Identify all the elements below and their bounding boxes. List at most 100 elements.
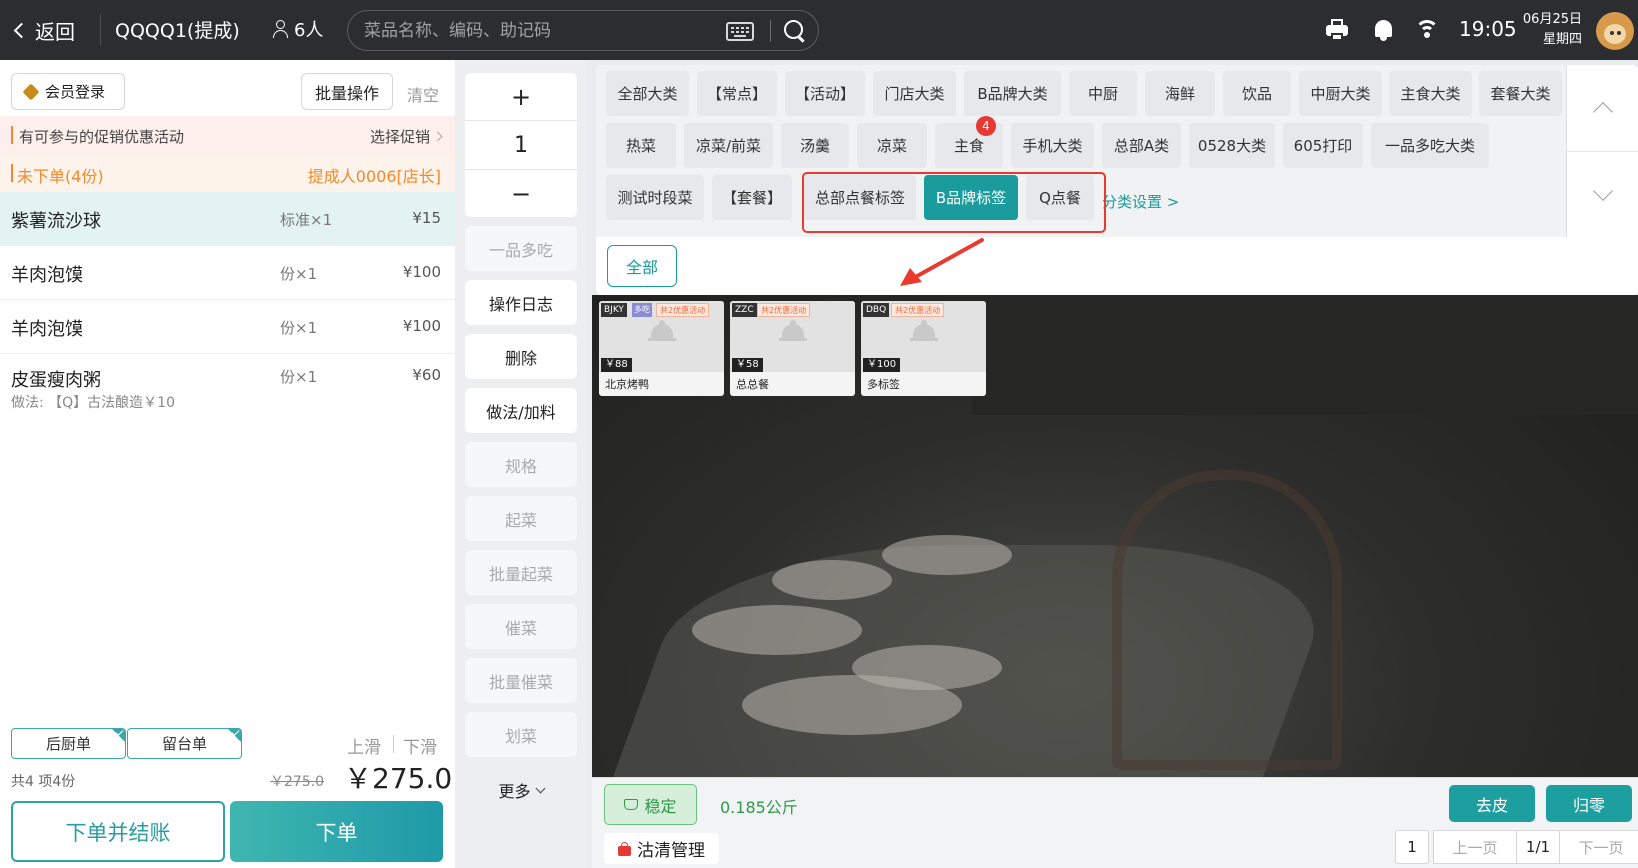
category-item[interactable]: 手机大类 — [1011, 123, 1094, 168]
quantity-value: 1 — [465, 120, 577, 170]
method-addon-button[interactable]: 做法/加料 — [465, 388, 577, 433]
item-note: 做法: 【Q】古法酿造￥10 — [11, 395, 176, 411]
commission-staff-text[interactable]: 提成人0006[店长] — [308, 163, 441, 187]
search-icon[interactable] — [784, 20, 806, 42]
dish-card[interactable]: BJKY 多吃 共2优惠活动 ￥88 北京烤鸭 — [599, 301, 724, 396]
decrement-button[interactable]: − — [465, 170, 577, 217]
batch-operation-button[interactable]: 批量操作 — [301, 73, 393, 110]
top-bar: 返回 QQQQ1(提成) 6人 19:05 06月25日 星期四 — [0, 0, 1638, 60]
sold-out-management-label: 沽清管理 — [637, 841, 705, 861]
dish-price: ￥58 — [732, 358, 763, 372]
category-item[interactable]: 【套餐】 — [712, 175, 792, 220]
order-item[interactable]: 羊肉泡馍 份×1 ¥100 — [0, 300, 455, 354]
category-item[interactable]: 汤羹 — [781, 123, 849, 168]
more-button[interactable]: 更多 — [455, 765, 587, 815]
category-item[interactable]: 全部大类 — [606, 71, 689, 116]
subcategory-all-button[interactable]: 全部 — [607, 245, 677, 287]
dish-card[interactable]: ZZC 共2优惠活动 ￥58 总总餐 — [730, 301, 855, 396]
select-promo-link[interactable]: 选择促销 — [370, 126, 441, 147]
category-item[interactable]: 测试时段菜 — [606, 175, 704, 220]
order-item[interactable]: 皮蛋瘦肉粥 份×1 ¥60 做法: 【Q】古法酿造￥10 — [0, 354, 455, 418]
order-and-checkout-button[interactable]: 下单并结账 — [11, 801, 225, 862]
category-label: 主食 — [953, 137, 984, 155]
scroll-down-button[interactable] — [1567, 151, 1638, 237]
category-item[interactable]: 一品多吃大类 — [1371, 123, 1489, 168]
cloche-icon — [910, 319, 938, 343]
batch-rush-button[interactable]: 批量催菜 — [465, 658, 577, 703]
clear-button[interactable]: 清空 — [407, 82, 439, 106]
increment-button[interactable]: + — [465, 73, 577, 120]
dish-code: DBQ — [863, 303, 890, 317]
category-item[interactable]: 【常点】 — [697, 71, 777, 116]
order-item[interactable]: 羊肉泡馍 份×1 ¥100 — [0, 246, 455, 300]
category-item[interactable]: Q点餐 — [1026, 175, 1094, 220]
order-total: ￥275.0 — [344, 762, 453, 795]
category-item[interactable]: 【活动】 — [785, 71, 865, 116]
order-status-text: 未下单(4份) — [17, 167, 104, 186]
chevron-down-icon — [535, 783, 545, 793]
member-login-button[interactable]: 会员登录 — [11, 73, 125, 110]
category-item-active[interactable]: B品牌标签 — [924, 175, 1018, 220]
status-bar-accent — [11, 164, 13, 182]
guest-count[interactable]: 6人 — [272, 16, 323, 42]
category-item[interactable]: 饮品 — [1223, 71, 1291, 116]
category-settings-link[interactable]: 分类设置 > — [1102, 191, 1179, 212]
dish-code: ZZC — [732, 303, 757, 317]
quantity-stepper: + 1 − — [465, 73, 577, 217]
zero-button[interactable]: 归零 — [1546, 785, 1632, 822]
batch-start-button[interactable]: 批量起菜 — [465, 550, 577, 595]
keyboard-icon[interactable] — [726, 22, 754, 41]
prev-page-button[interactable]: 上一页 — [1433, 830, 1517, 864]
slide-down-button[interactable]: 下滑 — [403, 733, 437, 758]
category-item[interactable]: 总部A类 — [1102, 123, 1181, 168]
back-button[interactable]: 返回 — [12, 14, 101, 46]
next-page-button[interactable]: 下一页 — [1559, 830, 1638, 864]
category-item[interactable]: 热菜 — [606, 123, 676, 168]
submit-order-button[interactable]: 下单 — [230, 801, 443, 862]
page-input[interactable]: 1 — [1395, 830, 1429, 864]
spec-button[interactable]: 规格 — [465, 442, 577, 487]
divider — [770, 20, 771, 42]
scale-status-badge: 稳定 — [604, 784, 697, 825]
category-item[interactable]: 主食大类 — [1389, 71, 1472, 116]
avatar[interactable] — [1596, 12, 1634, 50]
item-qty: 份×1 — [280, 265, 318, 283]
scroll-up-button[interactable] — [1567, 65, 1638, 151]
date-display: 06月25日 星期四 — [1520, 10, 1582, 50]
mark-served-button[interactable]: 划菜 — [465, 712, 577, 757]
kitchen-ticket-toggle[interactable]: 后厨单 — [11, 728, 126, 759]
item-price: ¥100 — [402, 317, 441, 335]
category-item[interactable]: 主食 4 — [935, 116, 1003, 168]
multi-eat-button[interactable]: 一品多吃 — [465, 226, 577, 271]
wifi-icon — [1414, 17, 1440, 43]
delete-button[interactable]: 删除 — [465, 334, 577, 379]
bell-icon[interactable] — [1371, 17, 1397, 43]
category-item[interactable]: 门店大类 — [873, 71, 956, 116]
category-item[interactable]: 中厨 — [1069, 71, 1137, 116]
category-item[interactable]: 海鲜 — [1145, 71, 1215, 116]
order-item[interactable]: 紫薯流沙球 标准×1 ¥15 — [0, 192, 455, 246]
category-item[interactable]: 凉菜 — [857, 123, 927, 168]
counter-ticket-label: 留台单 — [161, 735, 207, 753]
category-item[interactable]: 总部点餐标签 — [804, 175, 916, 220]
sold-out-management-button[interactable]: 沽清管理 — [604, 833, 719, 864]
divider — [393, 735, 394, 753]
dish-card[interactable]: DBQ 共2优惠活动 ￥100 多标签 — [861, 301, 986, 396]
item-price: ¥60 — [412, 366, 441, 384]
promo-bar[interactable]: 有可参与的促销优惠活动 选择促销 — [0, 116, 455, 154]
tare-button[interactable]: 去皮 — [1449, 785, 1535, 822]
category-item[interactable]: 中厨大类 — [1299, 71, 1382, 116]
start-dish-button[interactable]: 起菜 — [465, 496, 577, 541]
rush-dish-button[interactable]: 催菜 — [465, 604, 577, 649]
category-item[interactable]: B品牌大类 — [964, 71, 1061, 116]
search-input[interactable] — [364, 17, 704, 45]
item-qty: 份×1 — [280, 319, 318, 337]
slide-up-button[interactable]: 上滑 — [347, 733, 381, 758]
printer-icon[interactable] — [1324, 17, 1350, 43]
category-item[interactable]: 0528大类 — [1189, 123, 1275, 168]
category-item[interactable]: 套餐大类 — [1479, 71, 1562, 116]
operation-log-button[interactable]: 操作日志 — [465, 280, 577, 325]
category-item[interactable]: 凉菜/前菜 — [684, 123, 773, 168]
counter-ticket-toggle[interactable]: 留台单 — [127, 728, 242, 759]
category-item[interactable]: 605打印 — [1283, 123, 1363, 168]
